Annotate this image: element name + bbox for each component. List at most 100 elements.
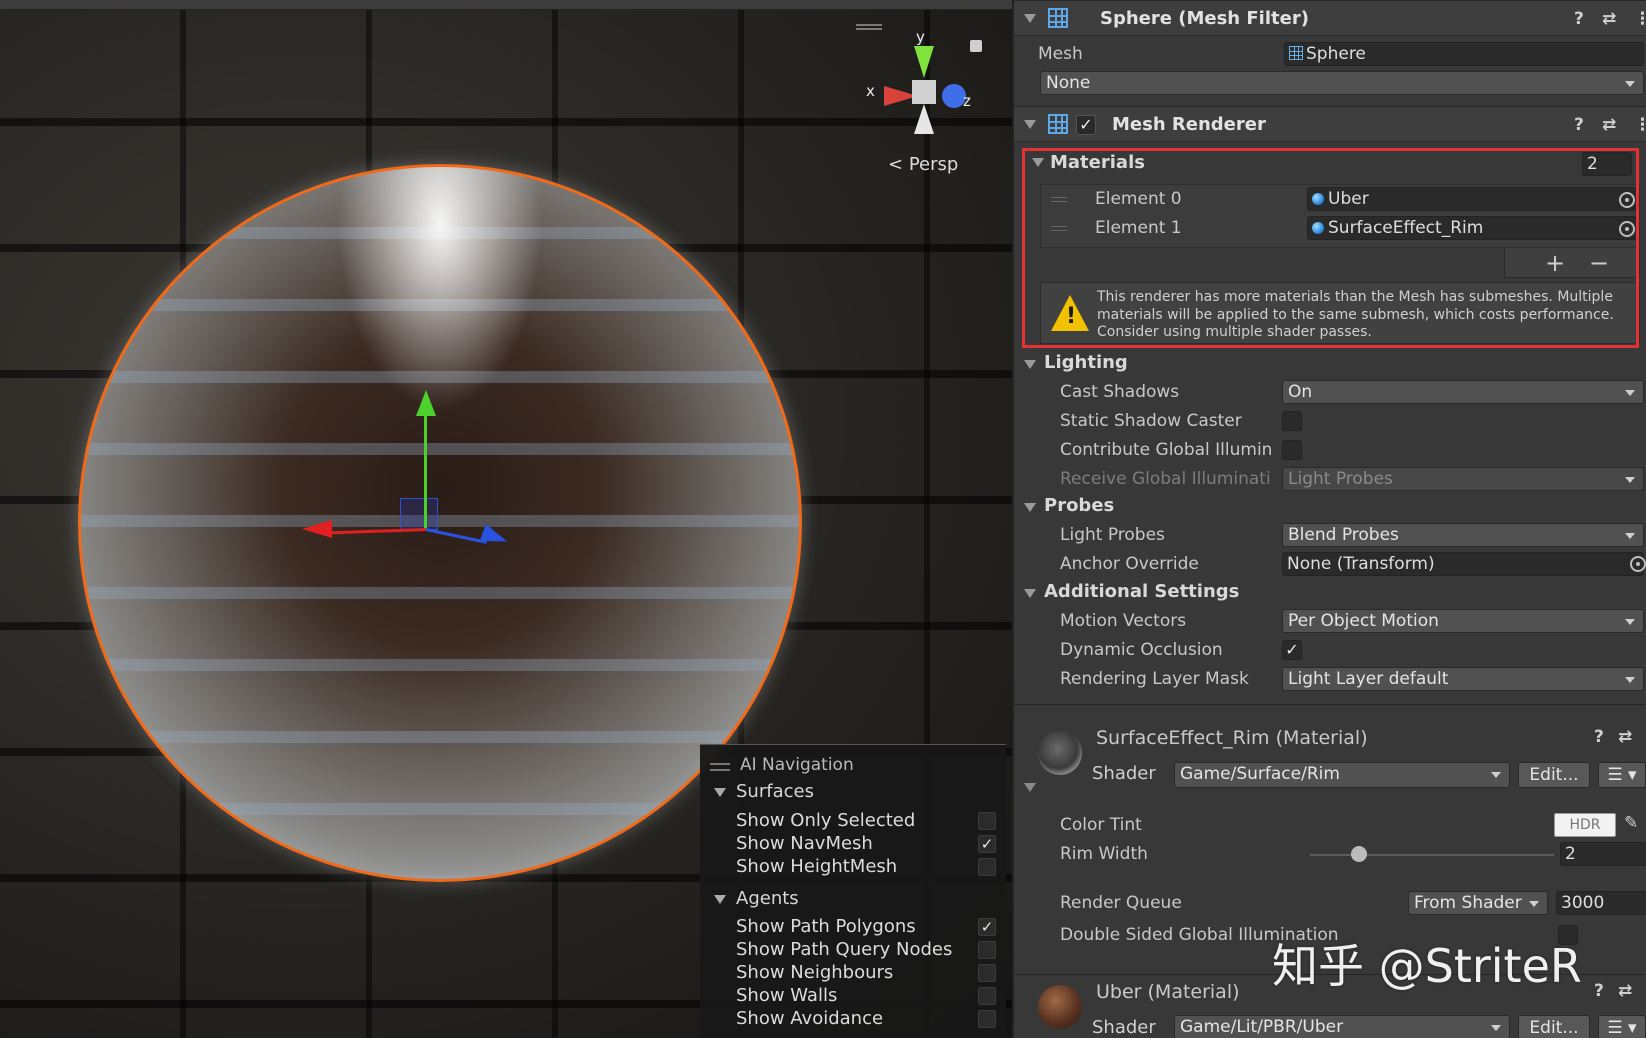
rendering-layer-mask-label: Rendering Layer Mask <box>1060 669 1249 689</box>
contribute-gi-label: Contribute Global Illumin <box>1060 440 1273 460</box>
context-menu-icon[interactable]: ⋮ <box>1634 9 1646 29</box>
show-avoidance-label: Show Avoidance <box>736 1008 884 1029</box>
rendering-layer-mask-value: Light Layer default <box>1288 669 1449 689</box>
show-only-selected-checkbox[interactable] <box>978 812 996 830</box>
show-navmesh-checkbox[interactable]: ✓ <box>978 835 996 853</box>
scene-toolbar[interactable] <box>0 0 1012 10</box>
light-probes-dropdown[interactable]: Blend Probes <box>1282 523 1644 547</box>
show-path-polygons-checkbox[interactable]: ✓ <box>978 918 996 936</box>
show-navmesh-label: Show NavMesh <box>736 833 873 854</box>
static-shadow-caster-checkbox[interactable] <box>1282 411 1302 431</box>
context-menu-icon[interactable]: ⋮ <box>1634 115 1646 135</box>
chevron-down-icon <box>1625 390 1635 396</box>
uber-shader-label: Shader <box>1092 1017 1156 1038</box>
chevron-down-icon <box>714 787 726 797</box>
mesh-none-dropdown[interactable]: None <box>1040 71 1644 95</box>
rim-shader-label: Shader <box>1092 763 1156 784</box>
additional-settings-foldout[interactable]: Additional Settings <box>1014 579 1646 607</box>
static-shadow-caster-label: Static Shadow Caster <box>1060 411 1242 431</box>
orientation-center-cube[interactable] <box>912 80 936 104</box>
chevron-down-icon[interactable] <box>1024 783 1036 792</box>
probes-foldout[interactable]: Probes <box>1014 493 1646 521</box>
watermark-text: 知乎 @StriteR <box>1272 939 1582 993</box>
rim-shader-dropdown[interactable]: Game/Surface/Rim <box>1174 762 1510 788</box>
selected-sphere-object[interactable] <box>78 164 802 882</box>
orientation-x-label: x <box>866 82 875 100</box>
preset-icon[interactable]: ⇄ <box>1602 9 1616 29</box>
help-icon[interactable]: ? <box>1594 727 1604 747</box>
orientation-y-cone[interactable] <box>914 46 934 78</box>
show-avoidance-checkbox[interactable] <box>978 1010 996 1028</box>
color-tint-field[interactable]: HDR <box>1554 813 1616 837</box>
show-heightmesh-label: Show HeightMesh <box>736 856 898 877</box>
move-gizmo-y-axis[interactable] <box>424 410 427 530</box>
agents-foldout[interactable]: Agents <box>714 888 799 909</box>
rim-edit-shader-button[interactable]: Edit... <box>1518 762 1590 788</box>
preset-icon[interactable]: ⇄ <box>1618 981 1632 1001</box>
chevron-down-icon[interactable] <box>1024 589 1036 598</box>
cast-shadows-dropdown[interactable]: On <box>1282 380 1644 404</box>
chevron-down-icon[interactable] <box>1024 14 1036 23</box>
object-picker-icon[interactable] <box>1630 556 1646 572</box>
rim-width-row: Rim Width 2 <box>1014 840 1646 868</box>
render-queue-field[interactable]: 3000 <box>1556 891 1646 915</box>
uber-shader-options-button[interactable]: ☰ ▾ <box>1598 1015 1646 1038</box>
scene-view[interactable]: y x z < Persp AI Navigation Surfaces Sho… <box>0 0 1012 1038</box>
color-tint-label: Color Tint <box>1060 815 1142 835</box>
rim-width-label: Rim Width <box>1060 844 1148 864</box>
chevron-down-icon <box>1625 677 1635 683</box>
render-queue-mode-dropdown[interactable]: From Shader <box>1408 891 1548 915</box>
move-gizmo-center-handle[interactable] <box>400 498 438 530</box>
surfaces-foldout[interactable]: Surfaces <box>714 781 814 802</box>
overlay-drag-handle[interactable] <box>710 763 730 771</box>
help-icon[interactable]: ? <box>1574 9 1584 29</box>
mesh-filter-header[interactable]: Sphere (Mesh Filter) ? ⇄ ⋮ <box>1014 0 1646 36</box>
anchor-override-value: None (Transform) <box>1287 554 1435 574</box>
light-probes-row: Light Probes Blend Probes <box>1014 521 1646 549</box>
chevron-down-icon[interactable] <box>1024 360 1036 369</box>
orientation-y-label: y <box>916 28 925 46</box>
receive-gi-dropdown: Light Probes <box>1282 467 1644 491</box>
move-gizmo-x-arrow[interactable] <box>302 520 332 538</box>
mesh-renderer-enabled-checkbox[interactable]: ✓ <box>1076 115 1096 135</box>
rim-width-field[interactable]: 2 <box>1560 842 1646 866</box>
rim-shader-options-button[interactable]: ☰ ▾ <box>1598 762 1646 788</box>
anchor-override-field[interactable]: None (Transform) <box>1282 552 1644 576</box>
uber-edit-shader-button[interactable]: Edit... <box>1518 1015 1590 1038</box>
lighting-foldout[interactable]: Lighting <box>1014 350 1646 378</box>
motion-vectors-dropdown[interactable]: Per Object Motion <box>1282 609 1644 633</box>
mesh-renderer-header[interactable]: ✓ Mesh Renderer ? ⇄ ⋮ <box>1014 106 1646 142</box>
show-neighbours-checkbox[interactable] <box>978 964 996 982</box>
chevron-down-icon[interactable] <box>1024 120 1036 129</box>
rendering-layer-mask-dropdown[interactable]: Light Layer default <box>1282 667 1644 691</box>
chevron-down-icon <box>1491 1025 1501 1031</box>
orientation-gizmo[interactable]: y x z <box>862 28 982 168</box>
color-tint-row: Color Tint HDR ✎ <box>1014 811 1646 839</box>
mesh-row: Mesh Sphere <box>1014 40 1646 68</box>
lock-icon[interactable] <box>970 40 982 52</box>
show-heightmesh-checkbox[interactable] <box>978 858 996 876</box>
dynamic-occlusion-label: Dynamic Occlusion <box>1060 640 1223 660</box>
eyedropper-icon[interactable]: ✎ <box>1624 813 1638 833</box>
rim-width-slider-knob[interactable] <box>1350 846 1367 862</box>
help-icon[interactable]: ? <box>1574 115 1584 135</box>
rim-shader-value: Game/Surface/Rim <box>1180 764 1340 784</box>
contribute-gi-checkbox[interactable] <box>1282 440 1302 460</box>
orientation-neg-y-cone[interactable] <box>914 104 934 134</box>
uber-shader-dropdown[interactable]: Game/Lit/PBR/Uber <box>1174 1015 1510 1038</box>
preset-icon[interactable]: ⇄ <box>1602 115 1616 135</box>
mesh-object-field[interactable]: Sphere <box>1284 42 1644 66</box>
help-icon[interactable]: ? <box>1594 981 1604 1001</box>
preset-icon[interactable]: ⇄ <box>1618 727 1632 747</box>
show-path-query-nodes-checkbox[interactable] <box>978 941 996 959</box>
show-walls-checkbox[interactable] <box>978 987 996 1005</box>
move-gizmo-y-arrow[interactable] <box>416 390 436 416</box>
receive-gi-label: Receive Global Illuminati <box>1060 469 1271 489</box>
perspective-toggle[interactable]: < Persp <box>888 154 958 175</box>
dynamic-occlusion-checkbox[interactable]: ✓ <box>1282 640 1302 660</box>
mesh-icon <box>1289 46 1303 60</box>
chevron-down-icon <box>1625 81 1635 87</box>
show-only-selected-label: Show Only Selected <box>736 810 916 831</box>
chevron-down-icon[interactable] <box>1024 503 1036 512</box>
rim-width-slider-track[interactable] <box>1310 854 1554 856</box>
